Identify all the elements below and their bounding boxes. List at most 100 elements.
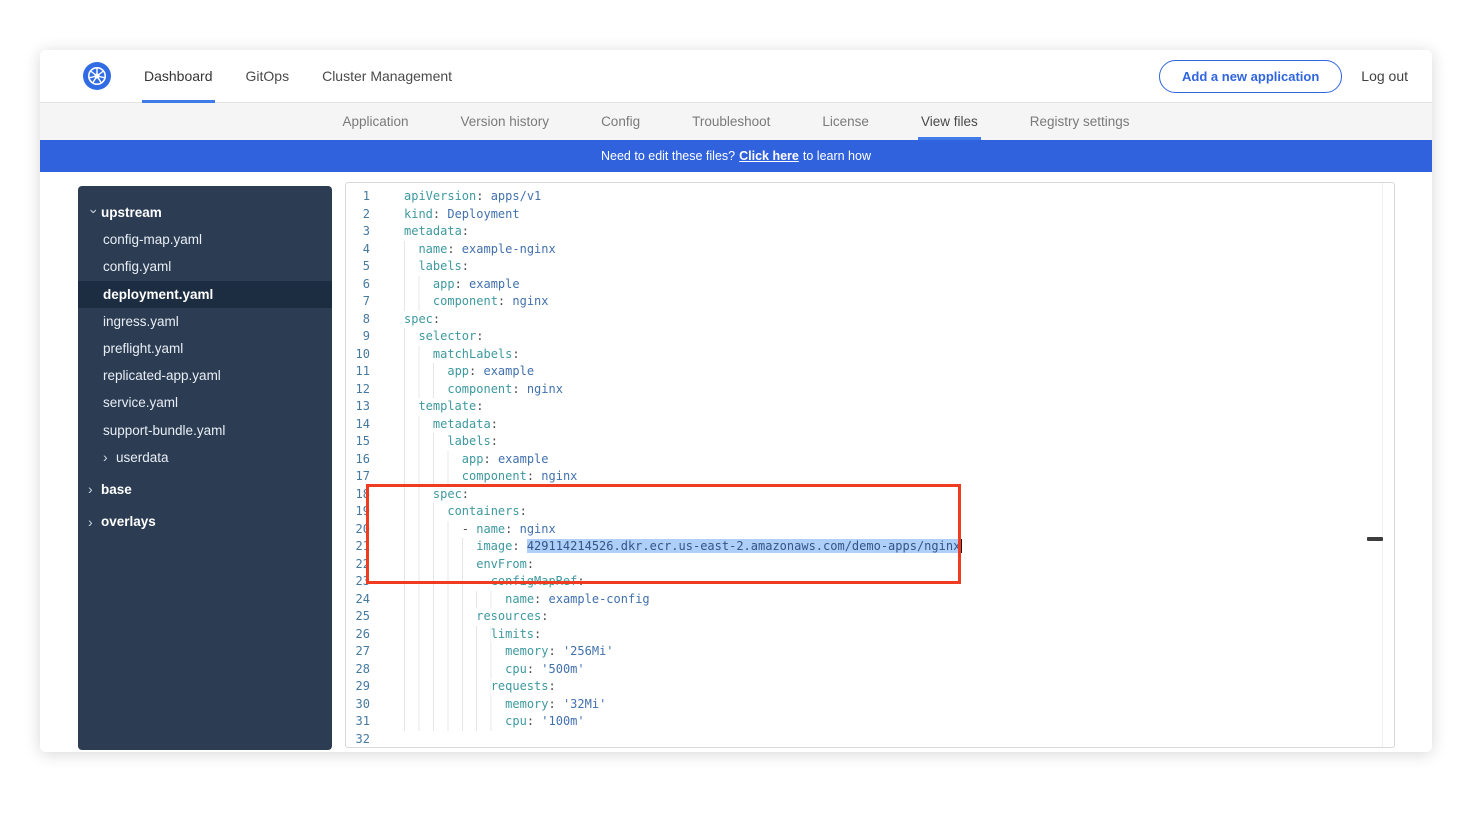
tab-config[interactable]: Config (598, 103, 643, 140)
tree-file-preflight.yaml[interactable]: preflight.yaml (78, 335, 332, 362)
line-content[interactable]: matchLabels: (404, 346, 520, 364)
line-content[interactable]: name: example-config (404, 591, 650, 609)
code-line[interactable]: 6app: example (346, 276, 1394, 294)
code-line[interactable]: 8spec: (346, 311, 1394, 329)
line-number: 29 (346, 678, 370, 696)
yaml-key: containers (447, 504, 519, 518)
code-line[interactable]: 32 (346, 731, 1394, 749)
line-content[interactable]: cpu: '100m' (404, 713, 585, 731)
code-line[interactable]: 30memory: '32Mi' (346, 696, 1394, 714)
line-content[interactable]: envFrom: (404, 556, 534, 574)
code-line[interactable]: 24 name: example-config (346, 591, 1394, 609)
add-application-button[interactable]: Add a new application (1159, 60, 1342, 93)
editor-scrollbar-thumb[interactable] (1367, 537, 1383, 541)
logout-link[interactable]: Log out (1361, 68, 1408, 84)
tree-file-config-map.yaml[interactable]: config-map.yaml (78, 226, 332, 253)
code-line[interactable]: 23- configMapRef: (346, 573, 1394, 591)
code-line[interactable]: 19containers: (346, 503, 1394, 521)
yaml-value: '500m' (541, 662, 584, 676)
code-line[interactable]: 20- name: nginx (346, 521, 1394, 539)
tab-troubleshoot[interactable]: Troubleshoot (689, 103, 773, 140)
code-line[interactable]: 13template: (346, 398, 1394, 416)
yaml-code-editor[interactable]: 1apiVersion: apps/v12kind: Deployment3me… (345, 182, 1395, 748)
code-line[interactable]: 7component: nginx (346, 293, 1394, 311)
code-line[interactable]: 27memory: '256Mi' (346, 643, 1394, 661)
code-line[interactable]: 16app: example (346, 451, 1394, 469)
line-content[interactable]: containers: (404, 503, 527, 521)
line-content[interactable]: component: nginx (404, 293, 549, 311)
tab-application[interactable]: Application (339, 103, 411, 140)
code-line[interactable]: 1apiVersion: apps/v1 (346, 188, 1394, 206)
line-content[interactable]: limits: (404, 626, 541, 644)
code-line[interactable]: 29 requests: (346, 678, 1394, 696)
code-line[interactable]: 2kind: Deployment (346, 206, 1394, 224)
yaml-punct: : (447, 242, 461, 256)
line-content[interactable]: app: example (404, 451, 549, 469)
nav-item-gitops[interactable]: GitOps (244, 50, 292, 103)
line-content[interactable]: app: example (404, 276, 520, 294)
tree-folder-base[interactable]: ›base (78, 476, 332, 503)
line-number: 24 (346, 591, 370, 609)
yaml-value: '256Mi' (563, 644, 614, 658)
tree-file-replicated-app.yaml[interactable]: replicated-app.yaml (78, 362, 332, 389)
line-content[interactable]: apiVersion: apps/v1 (404, 188, 541, 206)
code-area[interactable]: 1apiVersion: apps/v12kind: Deployment3me… (346, 183, 1394, 748)
tab-version-history[interactable]: Version history (458, 103, 553, 140)
line-content[interactable]: image: 429114214526.dkr.ecr.us-east-2.am… (404, 538, 962, 556)
line-content[interactable]: component: nginx (404, 468, 577, 486)
tab-license[interactable]: License (819, 103, 872, 140)
code-line[interactable]: 14metadata: (346, 416, 1394, 434)
tree-folder-userdata[interactable]: ›userdata (78, 444, 332, 471)
tab-registry-settings[interactable]: Registry settings (1027, 103, 1133, 140)
code-line[interactable]: 21image: 429114214526.dkr.ecr.us-east-2.… (346, 538, 1394, 556)
line-content[interactable]: - name: nginx (404, 521, 556, 539)
code-line[interactable]: 11app: example (346, 363, 1394, 381)
line-content[interactable]: metadata: (404, 223, 469, 241)
tab-view-files[interactable]: View files (918, 103, 981, 140)
line-content[interactable]: metadata: (404, 416, 498, 434)
code-line[interactable]: 9selector: (346, 328, 1394, 346)
tree-file-support-bundle.yaml[interactable]: support-bundle.yaml (78, 417, 332, 444)
code-line[interactable]: 26limits: (346, 626, 1394, 644)
tree-folder-label: overlays (101, 514, 156, 529)
line-content[interactable]: kind: Deployment (404, 206, 520, 224)
line-content[interactable]: cpu: '500m' (404, 661, 585, 679)
line-content[interactable]: selector: (404, 328, 483, 346)
line-content[interactable]: resources: (404, 608, 549, 626)
code-line[interactable]: 15labels: (346, 433, 1394, 451)
code-line[interactable]: 18spec: (346, 486, 1394, 504)
line-content[interactable]: component: nginx (404, 381, 563, 399)
nav-item-dashboard[interactable]: Dashboard (142, 50, 215, 103)
code-line[interactable]: 3metadata: (346, 223, 1394, 241)
line-content[interactable]: app: example (404, 363, 534, 381)
line-content[interactable]: spec: (404, 486, 469, 504)
code-line[interactable]: 22envFrom: (346, 556, 1394, 574)
line-content[interactable]: memory: '32Mi' (404, 696, 606, 714)
line-content[interactable]: template: (404, 398, 483, 416)
code-line[interactable]: 25resources: (346, 608, 1394, 626)
tree-file-service.yaml[interactable]: service.yaml (78, 389, 332, 416)
tree-file-deployment.yaml[interactable]: deployment.yaml (78, 281, 332, 308)
code-line[interactable]: 12component: nginx (346, 381, 1394, 399)
line-content[interactable]: - configMapRef: (404, 573, 585, 591)
tree-folder-upstream[interactable]: ›upstream (78, 199, 332, 226)
line-content[interactable]: spec: (404, 311, 440, 329)
line-content[interactable]: name: example-nginx (404, 241, 556, 259)
line-number: 31 (346, 713, 370, 731)
tree-folder-overlays[interactable]: ›overlays (78, 508, 332, 535)
code-line[interactable]: 4name: example-nginx (346, 241, 1394, 259)
line-content[interactable]: requests: (404, 678, 556, 696)
code-line[interactable]: 17component: nginx (346, 468, 1394, 486)
tree-file-ingress.yaml[interactable]: ingress.yaml (78, 308, 332, 335)
indent-guides (404, 713, 505, 731)
code-line[interactable]: 31 cpu: '100m' (346, 713, 1394, 731)
tree-file-config.yaml[interactable]: config.yaml (78, 253, 332, 280)
code-line[interactable]: 28cpu: '500m' (346, 661, 1394, 679)
code-line[interactable]: 10matchLabels: (346, 346, 1394, 364)
line-content[interactable]: memory: '256Mi' (404, 643, 614, 661)
line-content[interactable]: labels: (404, 258, 469, 276)
code-line[interactable]: 5labels: (346, 258, 1394, 276)
nav-item-cluster-management[interactable]: Cluster Management (320, 50, 454, 103)
line-content[interactable]: labels: (404, 433, 498, 451)
banner-click-here-link[interactable]: Click here (739, 149, 799, 163)
